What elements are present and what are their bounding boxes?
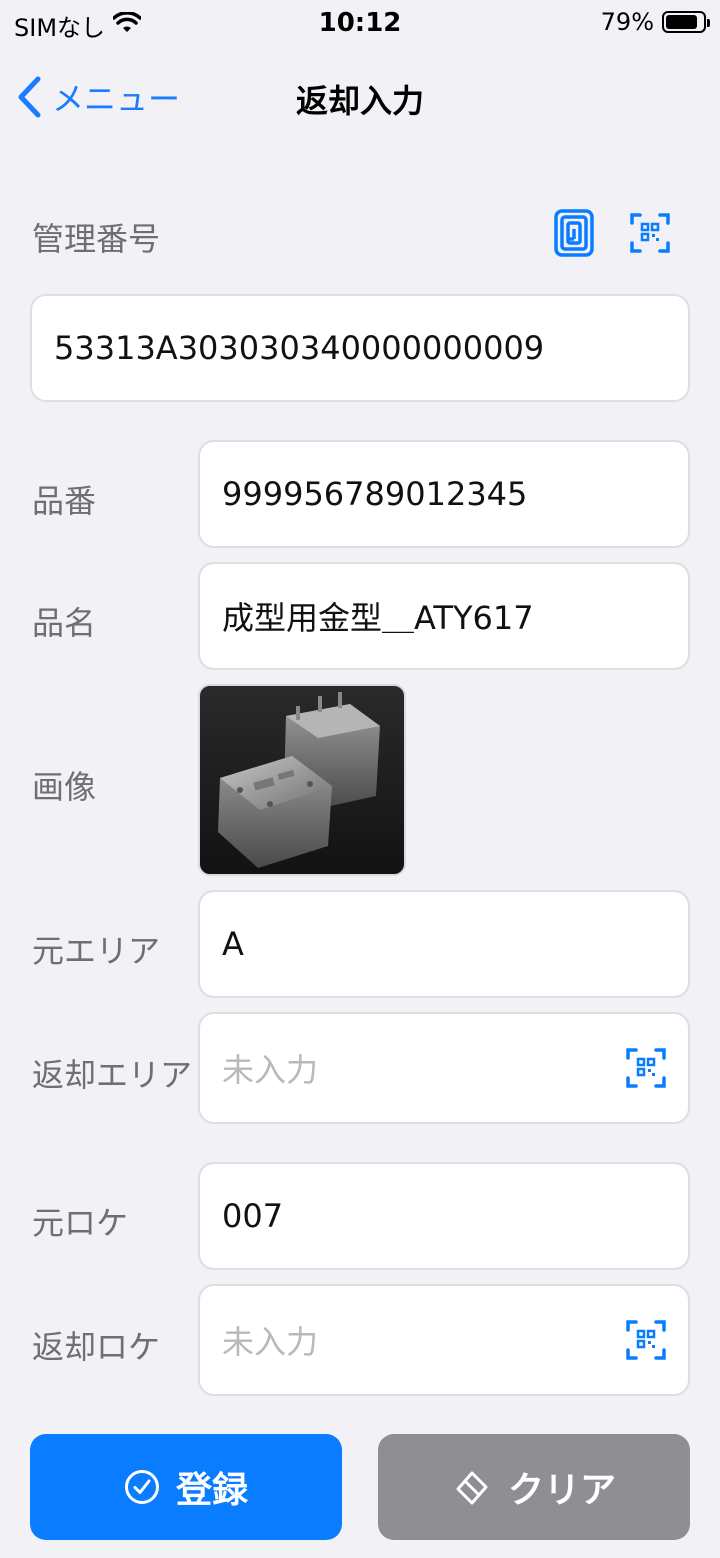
image-label: 画像	[32, 768, 97, 806]
source-area-label: 元エリア	[32, 932, 161, 970]
return-location-field[interactable]: 未入力	[198, 1284, 690, 1396]
source-location-label: 元ロケ	[32, 1204, 129, 1242]
return-location-label: 返却ロケ	[32, 1328, 161, 1366]
management-number-value: 53313A303030340000000009	[54, 329, 545, 367]
product-number-label: 品番	[32, 482, 97, 520]
product-name-value: 成型用金型＿ATY617	[222, 599, 534, 637]
battery-percent: 79%	[600, 8, 654, 36]
product-image[interactable]	[198, 684, 406, 876]
eraser-icon	[456, 1471, 488, 1505]
source-location-field[interactable]: 007	[198, 1162, 690, 1270]
page-title: 返却入力	[295, 82, 424, 120]
return-location-placeholder: 未入力	[222, 1323, 319, 1361]
checkmark-circle-icon	[124, 1470, 159, 1504]
source-area-field[interactable]: A	[198, 890, 690, 998]
clear-label: クリア	[507, 1470, 616, 1511]
return-area-label: 返却エリア	[32, 1056, 193, 1094]
source-area-value: A	[222, 925, 244, 963]
management-number-label: 管理番号	[32, 220, 161, 258]
battery-icon	[662, 11, 710, 33]
product-name-label: 品名	[32, 604, 97, 642]
return-location-qr-icon[interactable]	[626, 1318, 666, 1362]
register-label: 登録	[175, 1470, 248, 1511]
return-area-qr-icon[interactable]	[626, 1046, 666, 1090]
product-name-field[interactable]: 成型用金型＿ATY617	[198, 562, 690, 670]
return-area-field[interactable]: 未入力	[198, 1012, 690, 1124]
status-battery: 79%	[600, 8, 710, 36]
register-button[interactable]: 登録	[30, 1434, 342, 1540]
qr-scan-icon[interactable]	[628, 208, 672, 258]
management-number-field[interactable]: 53313A303030340000000009	[30, 294, 690, 402]
nfc-icon[interactable]	[552, 208, 596, 258]
mold-image	[218, 692, 380, 868]
product-number-value: 999956789012345	[222, 475, 528, 513]
source-location-value: 007	[222, 1197, 284, 1235]
clear-button[interactable]: クリア	[378, 1434, 690, 1540]
return-area-placeholder: 未入力	[222, 1051, 319, 1089]
product-number-field[interactable]: 999956789012345	[198, 440, 690, 548]
